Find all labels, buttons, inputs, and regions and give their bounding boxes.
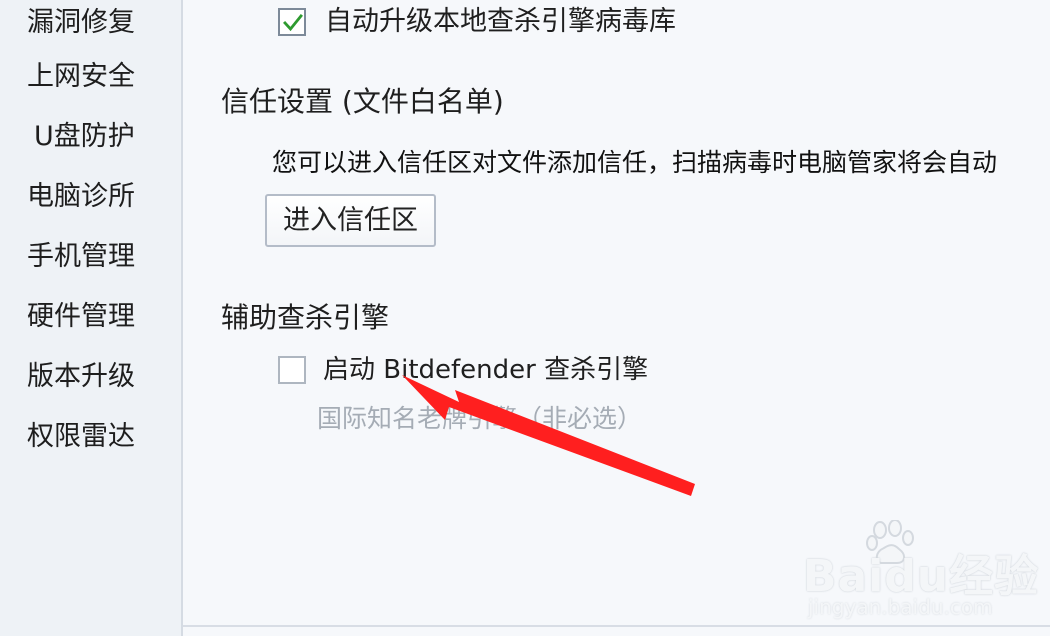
- trust-settings-title: 信任设置 (文件白名单): [221, 85, 504, 118]
- auto-upgrade-label: 自动升级本地查杀引擎病毒库: [325, 6, 676, 37]
- sidebar-item-permission-radar[interactable]: 权限雷达: [0, 414, 181, 460]
- bitdefender-label: 启动 Bitdefender 查杀引擎: [323, 355, 649, 385]
- sidebar-item-label: 电脑诊所: [27, 181, 135, 212]
- bitdefender-subtext: 国际知名老牌引擎（非必选）: [317, 404, 643, 433]
- sidebar-item-label: U盘防护: [34, 121, 135, 152]
- check-icon: [283, 14, 303, 32]
- sidebar-item-label: 版本升级: [27, 361, 135, 392]
- sidebar: 漏洞修复 上网安全 U盘防护 电脑诊所 手机管理 硬件管理 版本升级 权限雷达: [0, 0, 183, 636]
- enter-trust-zone-button[interactable]: 进入信任区: [265, 194, 436, 247]
- sidebar-item-label: 上网安全: [27, 61, 135, 92]
- sidebar-item-pc-clinic[interactable]: 电脑诊所: [0, 174, 181, 220]
- app-window: 漏洞修复 上网安全 U盘防护 电脑诊所 手机管理 硬件管理 版本升级 权限雷达: [0, 0, 1050, 636]
- sidebar-item-vulnerability-repair[interactable]: 漏洞修复: [0, 0, 181, 46]
- sidebar-item-web-security[interactable]: 上网安全: [0, 54, 181, 100]
- auto-upgrade-checkbox[interactable]: [278, 8, 306, 36]
- watermark-url: jingyan.baidu.com: [808, 595, 993, 619]
- sidebar-item-version-upgrade[interactable]: 版本升级: [0, 354, 181, 400]
- auxiliary-engine-title: 辅助查杀引擎: [221, 301, 390, 334]
- baidu-jingyan-watermark: Baidu经验 jingyan.baidu.com: [803, 520, 1038, 620]
- trust-settings-description: 您可以进入信任区对文件添加信任，扫描病毒时电脑管家将会自动: [272, 148, 998, 177]
- sidebar-item-label: 手机管理: [27, 241, 135, 272]
- sidebar-item-usb-protection[interactable]: U盘防护: [0, 114, 181, 160]
- sidebar-item-phone-management[interactable]: 手机管理: [0, 234, 181, 280]
- bottom-divider: [183, 625, 1050, 627]
- sidebar-item-label: 漏洞修复: [27, 7, 135, 38]
- bitdefender-checkbox[interactable]: [278, 356, 306, 384]
- sidebar-item-hardware-management[interactable]: 硬件管理: [0, 294, 181, 340]
- sidebar-item-label: 权限雷达: [27, 421, 135, 452]
- sidebar-item-label: 硬件管理: [27, 301, 135, 332]
